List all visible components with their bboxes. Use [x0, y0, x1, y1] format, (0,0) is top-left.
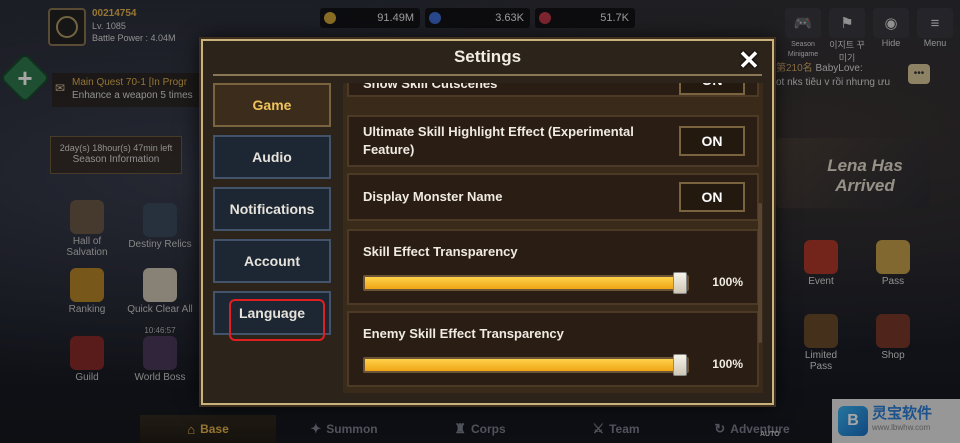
- toggle-ultimate-highlight[interactable]: ON: [679, 126, 745, 156]
- setting-label: Skill Effect Transparency: [363, 244, 518, 259]
- slider-handle[interactable]: [673, 272, 687, 294]
- close-icon[interactable]: ✕: [734, 45, 764, 75]
- setting-label: Show Skill Cutscenes: [363, 83, 498, 91]
- slider-fill: [365, 277, 687, 289]
- tab-audio[interactable]: Audio: [213, 135, 331, 179]
- slider-value: 100%: [712, 357, 743, 371]
- setting-label: Ultimate Skill Highlight Effect (Experim…: [363, 124, 634, 157]
- settings-dialog: Settings ✕ Game Audio Notifications Acco…: [201, 39, 774, 405]
- dialog-title: Settings: [453, 47, 522, 66]
- tab-game[interactable]: Game: [213, 83, 331, 127]
- title-divider: [213, 74, 762, 76]
- toggle-monster-name[interactable]: ON: [679, 182, 745, 212]
- slider-handle[interactable]: [673, 354, 687, 376]
- language-highlight-box: [229, 299, 325, 341]
- skill-transparency-slider[interactable]: [363, 272, 689, 294]
- setting-row-ultimate-highlight: Ultimate Skill Highlight Effect (Experim…: [347, 115, 759, 167]
- tab-language[interactable]: Language: [213, 291, 331, 341]
- setting-label: Display Monster Name: [363, 189, 503, 204]
- content-scrollbar[interactable]: [758, 203, 762, 343]
- slider-value: 100%: [712, 275, 743, 289]
- tab-notifications[interactable]: Notifications: [213, 187, 331, 231]
- toggle-skill-cutscenes[interactable]: ON: [679, 83, 745, 95]
- enemy-skill-transparency-slider[interactable]: [363, 354, 689, 376]
- settings-content[interactable]: Show Skill Cutscenes ON Ultimate Skill H…: [343, 83, 763, 393]
- setting-label: Enemy Skill Effect Transparency: [363, 326, 564, 341]
- tab-account[interactable]: Account: [213, 239, 331, 283]
- setting-row-monster-name: Display Monster Name ON: [347, 173, 759, 221]
- slider-fill: [365, 359, 687, 371]
- setting-row-enemy-skill-transparency: Enemy Skill Effect Transparency 100%: [347, 311, 759, 387]
- setting-row-skill-cutscenes: Show Skill Cutscenes ON: [347, 83, 759, 97]
- setting-row-skill-transparency: Skill Effect Transparency 100%: [347, 229, 759, 305]
